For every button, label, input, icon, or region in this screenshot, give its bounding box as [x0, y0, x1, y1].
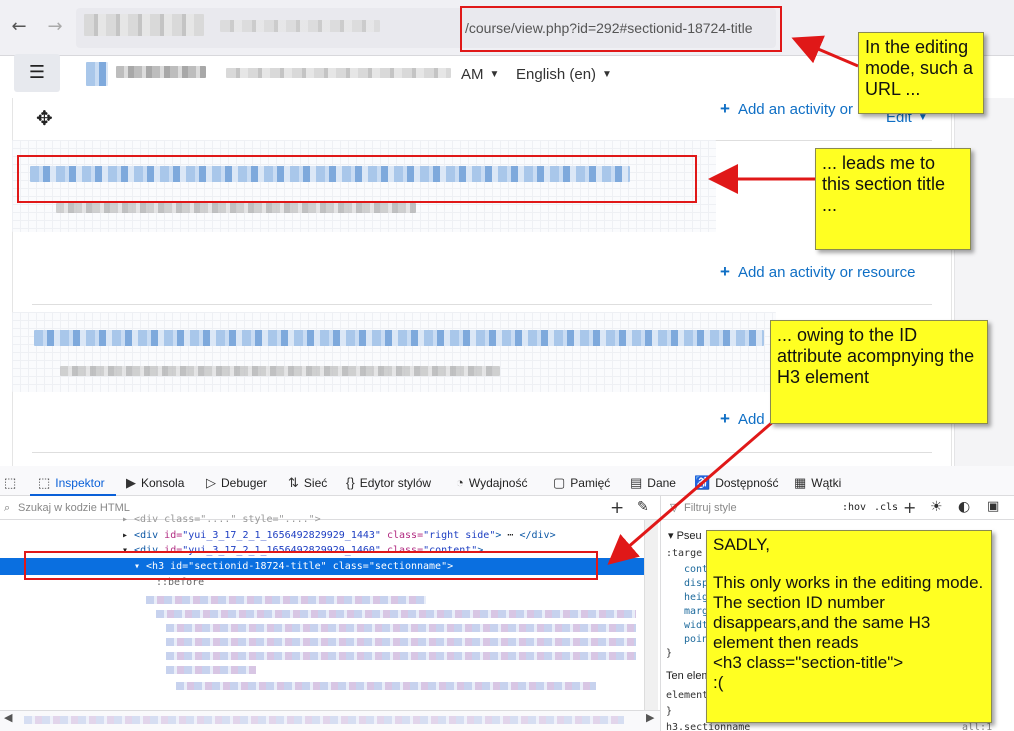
style-editor-icon: {} [346, 475, 355, 490]
blurred-code [156, 610, 636, 618]
cls-toggle[interactable]: .cls [874, 502, 898, 513]
tab-threads[interactable]: ▦ Wątki [794, 475, 841, 491]
nav-ampm-menu[interactable]: AM ▼ [461, 66, 499, 83]
add-activity-link-bottom[interactable]: + Add [720, 409, 765, 429]
console-icon: ▶ [126, 475, 136, 490]
tab-network[interactable]: ⇅ Sieć [288, 475, 327, 491]
rule-selector: element [666, 690, 709, 701]
accessibility-icon: ♿ [694, 475, 711, 490]
tab-performance[interactable]: ◔ Wydajność [456, 475, 527, 490]
chevron-left-icon[interactable]: ◀ [4, 711, 12, 724]
blurred-code [176, 682, 596, 690]
tab-storage[interactable]: ▤ Dane [630, 475, 676, 491]
rule-selector: :targe [666, 548, 703, 559]
section-divider [32, 304, 932, 305]
eyedropper-icon[interactable]: ✎ [637, 499, 649, 515]
section-title-highlight-box [17, 155, 697, 203]
note-section-title: ... leads me to this section title ... [815, 148, 971, 250]
network-icon: ⇅ [288, 475, 299, 490]
add-node-icon[interactable]: + [610, 498, 624, 518]
blurred-code [166, 638, 636, 646]
rule-property: poin [684, 634, 709, 645]
forward-button[interactable]: → [42, 14, 68, 40]
note-sadly-code: <h3 class="section-title"> [713, 653, 904, 673]
blurred-section-summary [60, 366, 500, 376]
light-scheme-icon[interactable]: ☀ [930, 499, 943, 515]
rule-property: marg [684, 606, 709, 617]
hov-toggle[interactable]: :hov [842, 502, 866, 513]
search-icon: ⌕ [4, 501, 11, 514]
rule-selector: h3.sectionname [666, 722, 751, 731]
blurred-nav-links [226, 68, 451, 78]
tab-memory[interactable]: ▢ Pamięć [553, 475, 610, 491]
add-activity-link[interactable]: + Add an activity or resource [720, 262, 916, 282]
dark-scheme-icon[interactable]: ◐ [958, 499, 970, 515]
note-sadly-body: This only works in the editing mode. The… [713, 573, 984, 653]
add-rule-icon[interactable]: + [903, 498, 916, 517]
debugger-icon: ▷ [206, 475, 216, 490]
blurred-site-name [116, 66, 206, 78]
rule-property: disp [684, 578, 709, 589]
url-highlight-box [460, 6, 782, 52]
blurred-code [166, 652, 636, 660]
chevron-right-icon[interactable]: ▶ [646, 711, 654, 724]
rule-close-brace: } [666, 648, 673, 659]
code-line-cut: ▸ <div class="...." style="...."> [122, 514, 321, 525]
h3-highlight-box [24, 551, 598, 580]
language-menu[interactable]: English (en) ▼ [516, 66, 612, 83]
note-editing-url: In the editing mode, such a URL ... [858, 32, 984, 114]
note-sadly-end: :( [713, 673, 724, 693]
tab-style-editor[interactable]: {} Edytor stylów [346, 475, 431, 490]
html-search-input[interactable]: Szukaj w kodzie HTML [18, 502, 130, 514]
performance-icon: ◔ [456, 475, 464, 490]
storage-icon: ▤ [630, 475, 643, 490]
menu-icon[interactable]: ☰ [14, 54, 60, 92]
blurred-logo [86, 62, 108, 86]
threads-icon: ▦ [794, 475, 807, 490]
markup-scrollbar[interactable] [644, 520, 658, 710]
note-sadly: SADLY, This only works in the editing mo… [706, 530, 992, 723]
section-divider [32, 452, 932, 453]
blurred-code [166, 624, 636, 632]
blurred-section-bg [12, 312, 776, 392]
note-id-attribute: ... owing to the ID attribute acompnying… [770, 320, 988, 424]
tab-accessibility[interactable]: ♿ Dostępność [694, 475, 779, 491]
note-sadly-title: SADLY, [713, 535, 771, 554]
memory-icon: ▢ [553, 475, 566, 490]
rule-source: all:1 [962, 722, 993, 731]
blurred-url-part [84, 14, 204, 36]
blurred-section-summary [56, 203, 416, 213]
tab-console[interactable]: ▶ Konsola [126, 475, 184, 491]
tab-inspector[interactable]: ⬚ Inspektor [38, 475, 105, 491]
filter-icon: ▽ [670, 501, 679, 514]
back-button[interactable]: ← [6, 14, 32, 40]
blurred-code [166, 666, 256, 674]
rule-property: widt [684, 620, 709, 631]
pick-element-icon[interactable]: ⬚ [4, 475, 21, 491]
rule-property: heig [684, 592, 709, 603]
rule-close-brace: } [666, 706, 673, 717]
move-icon[interactable]: ✥ [36, 106, 53, 130]
tab-debugger[interactable]: ▷ Debuger [206, 475, 267, 491]
add-activity-link-top[interactable]: + Add an activity or [720, 99, 853, 119]
inspector-icon: ⬚ [38, 475, 51, 490]
blurred-breadcrumb [24, 716, 624, 724]
blurred-section-title [34, 330, 764, 346]
rule-property: cont [684, 564, 709, 575]
blurred-url-part [220, 20, 380, 32]
this-element-header: Ten elem [666, 670, 711, 682]
pseudo-elements-header[interactable]: ▾ Pseu [668, 529, 702, 542]
code-line[interactable]: ▸ <div id="yui_3_17_2_1_1656492829929_14… [122, 530, 556, 541]
filter-styles-input[interactable]: Filtruj style [684, 502, 737, 514]
blurred-code [146, 596, 426, 604]
print-media-icon[interactable]: ▣ [987, 499, 999, 514]
